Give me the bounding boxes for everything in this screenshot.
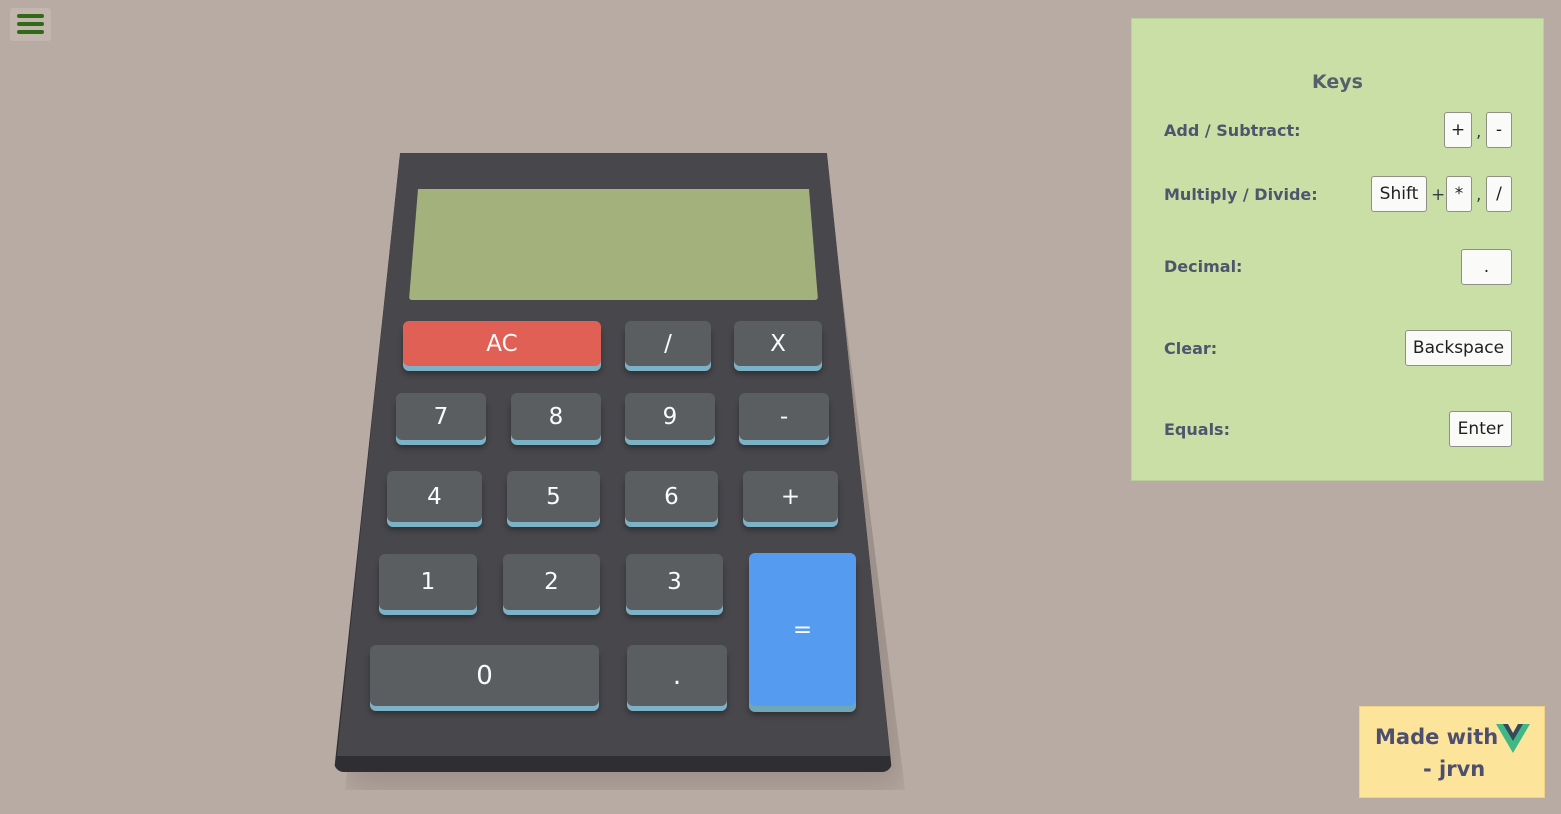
key-8-button[interactable]: 8 [511,393,601,440]
key-0-button[interactable]: 0 [370,645,599,706]
kbd-separator: , [1476,122,1482,142]
kbd-key: Shift [1371,176,1427,212]
minus-button[interactable]: - [739,393,829,440]
key-5-button[interactable]: 5 [507,471,600,522]
kbd-key: Enter [1449,411,1512,447]
key-9-button[interactable]: 9 [625,393,715,440]
calculator-display [409,189,818,300]
shortcut-label: Multiply / Divide: [1164,185,1318,204]
key-1-button[interactable]: 1 [379,554,477,610]
made-with-badge[interactable]: Made with - jrvn [1359,706,1545,798]
kbd-key: - [1486,112,1512,148]
hamburger-icon-bar [17,14,44,18]
kbd-key: / [1486,176,1512,212]
plus-button[interactable]: + [743,471,838,522]
hamburger-icon-bar [17,22,44,26]
kbd-key: * [1446,176,1472,212]
hamburger-icon-bar [17,30,44,34]
key-4-button[interactable]: 4 [387,471,482,522]
kbd-key: + [1444,112,1472,148]
key-2-button[interactable]: 2 [503,554,600,610]
equals-button[interactable]: = [749,553,856,706]
key-3-button[interactable]: 3 [626,554,723,610]
divide-button[interactable]: / [625,321,711,366]
panel-title: Keys [1312,71,1363,93]
key-6-button[interactable]: 6 [625,471,718,522]
badge-author: - jrvn [1423,757,1486,781]
kbd-key: Backspace [1405,330,1512,366]
shortcut-label: Equals: [1164,420,1230,439]
kbd-key: . [1461,249,1512,285]
multiply-button[interactable]: X [734,321,822,366]
kbd-separator: , [1476,185,1482,205]
shortcut-label: Decimal: [1164,257,1243,276]
key-7-button[interactable]: 7 [396,393,486,440]
badge-text: Made with [1375,725,1499,749]
shortcut-label: Add / Subtract: [1164,121,1301,140]
shortcut-label: Clear: [1164,339,1218,358]
decimal-button[interactable]: . [627,645,727,706]
hamburger-menu-button[interactable] [10,8,51,41]
vue-logo-icon [1496,724,1530,753]
keyboard-shortcuts-panel: Keys Add / Subtract: + , - Multiply / Di… [1131,18,1544,481]
ac-button[interactable]: AC [403,321,601,366]
kbd-separator: + [1431,185,1446,205]
